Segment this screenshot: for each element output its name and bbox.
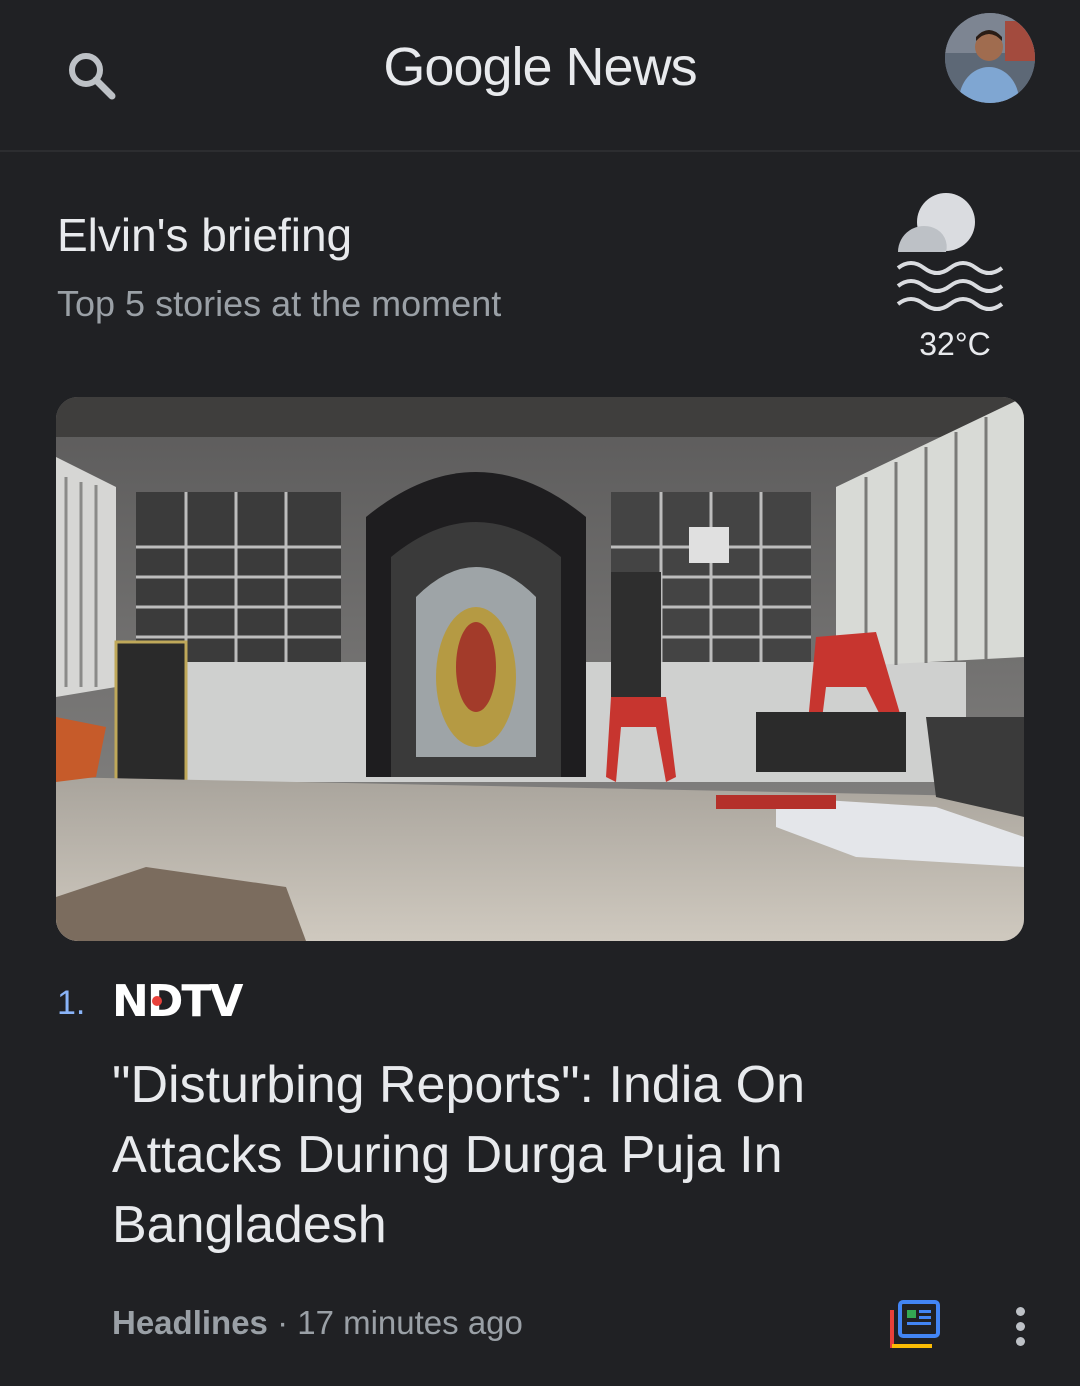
top-app-bar: Google News xyxy=(0,0,1080,152)
full-coverage-button[interactable] xyxy=(886,1296,942,1352)
story-time: 17 minutes ago xyxy=(297,1304,523,1341)
app-title: Google News xyxy=(383,37,697,97)
story-headline[interactable]: "Disturbing Reports": India On Attacks D… xyxy=(112,1050,972,1260)
story-category[interactable]: Headlines xyxy=(112,1304,268,1341)
story-meta: Headlines · 17 minutes ago xyxy=(112,1304,523,1342)
story-image[interactable] xyxy=(56,397,1024,941)
haze-icon xyxy=(896,193,1004,311)
briefing-title: Elvin's briefing xyxy=(57,209,353,261)
meta-separator: · xyxy=(267,1304,298,1341)
briefing-subtitle: Top 5 stories at the moment xyxy=(57,283,502,324)
story-rank: 1. xyxy=(57,984,86,1022)
more-vert-dot xyxy=(1015,1336,1025,1346)
weather-widget[interactable]: 32°C xyxy=(890,190,1020,365)
source-logo[interactable]: NDTV xyxy=(112,980,243,1024)
more-vert-icon xyxy=(1015,1306,1025,1316)
more-vert-dot xyxy=(1015,1321,1025,1331)
full-coverage-icon xyxy=(890,1300,940,1348)
user-avatar[interactable] xyxy=(945,13,1035,103)
weather-temperature: 32°C xyxy=(919,326,991,362)
source-name: NDTV xyxy=(112,976,243,1027)
more-options-button[interactable] xyxy=(996,1296,1044,1356)
ndtv-dot xyxy=(152,996,162,1006)
